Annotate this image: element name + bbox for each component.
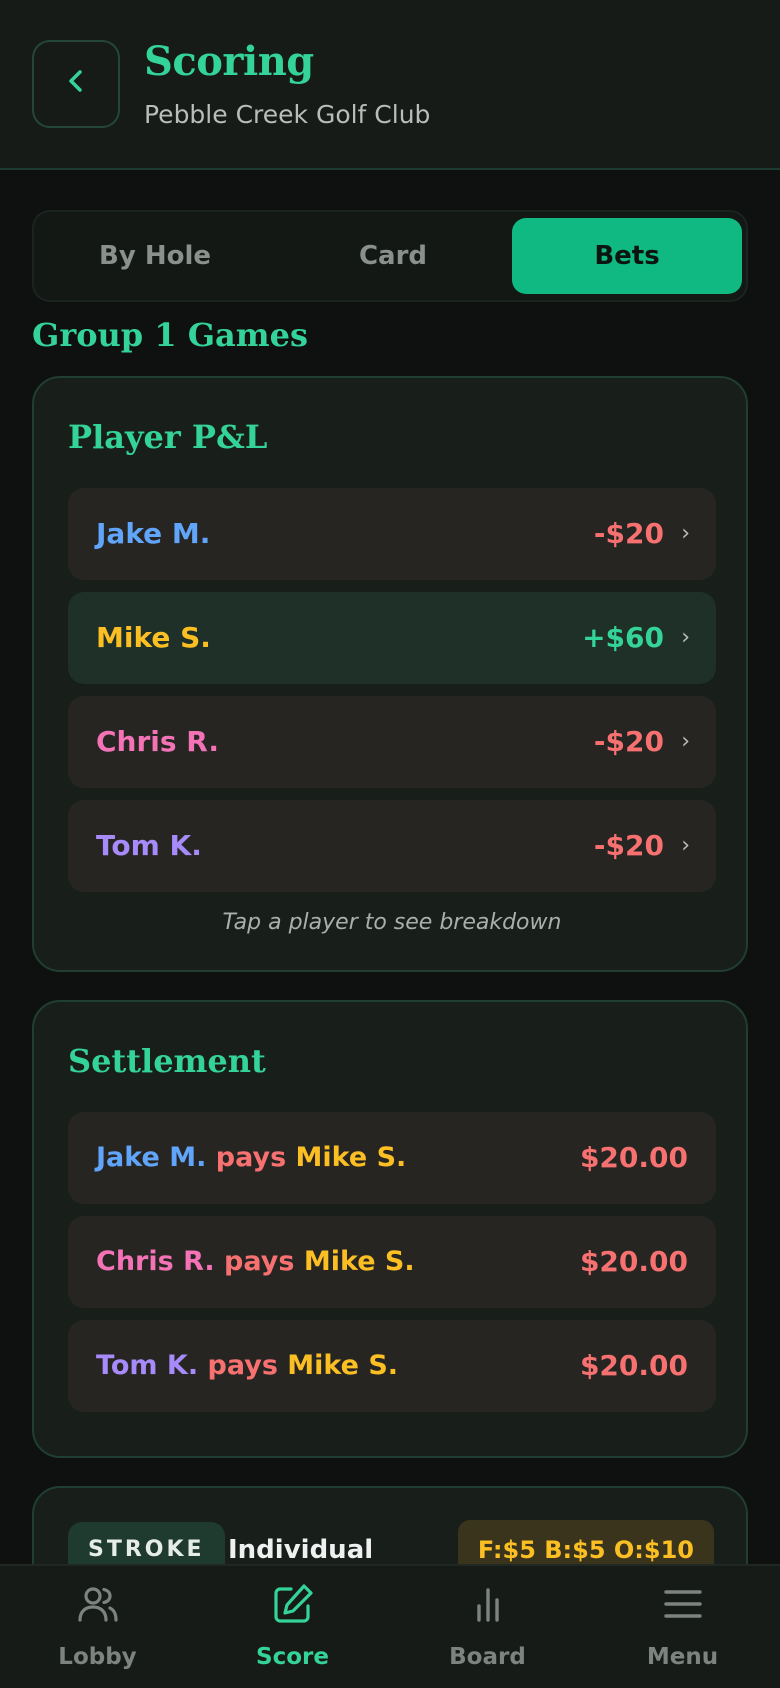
- player-name: Mike S.: [96, 621, 211, 654]
- settlement-row: Tom K. pays Mike S. $20.00: [68, 1320, 716, 1412]
- player-row-chris[interactable]: Chris R. -$20 ›: [68, 696, 716, 788]
- payee-name: Mike S.: [287, 1350, 399, 1381]
- nav-label: Lobby: [58, 1644, 137, 1670]
- bottom-nav: Lobby Score Board Menu: [0, 1564, 780, 1688]
- payee-name: Mike S.: [295, 1142, 407, 1173]
- pays-label: pays: [207, 1350, 278, 1381]
- player-amount: -$20: [593, 517, 664, 550]
- player-name: Jake M.: [96, 517, 211, 550]
- chevron-right-icon: ›: [681, 833, 690, 858]
- group-title: Group 1 Games: [32, 316, 309, 354]
- breakdown-hint: Tap a player to see breakdown: [222, 910, 562, 935]
- settlement-amount: $20.00: [579, 1349, 688, 1382]
- tab-bets[interactable]: Bets: [512, 218, 742, 294]
- player-row-mike[interactable]: Mike S. +$60 ›: [68, 592, 716, 684]
- player-name: Tom K.: [96, 829, 202, 862]
- settlement-amount: $20.00: [579, 1141, 688, 1174]
- settlement-title: Settlement: [68, 1042, 266, 1080]
- view-tabs: By Hole Card Bets: [32, 210, 748, 302]
- player-name: Chris R.: [96, 725, 220, 758]
- settlement-row: Chris R. pays Mike S. $20.00: [68, 1216, 716, 1308]
- header: Scoring Pebble Creek Golf Club: [0, 0, 780, 170]
- nav-lobby[interactable]: Lobby: [0, 1566, 195, 1688]
- pays-label: pays: [215, 1142, 287, 1173]
- settlement-text: Tom K. pays Mike S.: [96, 1320, 398, 1412]
- page-title: Scoring: [144, 38, 314, 85]
- pays-label: pays: [224, 1246, 295, 1277]
- player-pl-card: Player P&L Jake M. -$20 › Mike S. +$60 ›…: [32, 376, 748, 972]
- club-name: Pebble Creek Golf Club: [144, 100, 431, 129]
- settlement-text: Chris R. pays Mike S.: [96, 1216, 415, 1308]
- payer-name: Jake M.: [96, 1142, 207, 1173]
- nav-score[interactable]: Score: [195, 1566, 390, 1688]
- nav-label: Menu: [646, 1644, 719, 1670]
- player-amount: -$20: [593, 829, 664, 862]
- nav-label: Board: [449, 1644, 526, 1670]
- chevron-left-icon: [65, 67, 87, 102]
- nav-label: Score: [256, 1644, 329, 1670]
- payee-name: Mike S.: [303, 1246, 415, 1277]
- settlement-text: Jake M. pays Mike S.: [96, 1112, 406, 1204]
- payer-name: Chris R.: [96, 1246, 215, 1277]
- nav-menu[interactable]: Menu: [585, 1566, 780, 1688]
- settlement-row: Jake M. pays Mike S. $20.00: [68, 1112, 716, 1204]
- tab-card[interactable]: Card: [278, 218, 508, 294]
- player-amount: -$20: [593, 725, 664, 758]
- tab-by-hole[interactable]: By Hole: [40, 218, 270, 294]
- settlement-card: Settlement Jake M. pays Mike S. $20.00 C…: [32, 1000, 748, 1458]
- chevron-right-icon: ›: [681, 625, 690, 650]
- chevron-right-icon: ›: [681, 729, 690, 754]
- player-row-jake[interactable]: Jake M. -$20 ›: [68, 488, 716, 580]
- player-pl-title: Player P&L: [68, 418, 268, 456]
- chevron-right-icon: ›: [681, 521, 690, 546]
- settlement-amount: $20.00: [579, 1245, 688, 1278]
- player-amount: +$60: [582, 621, 664, 654]
- back-button[interactable]: [32, 40, 120, 128]
- player-row-tom[interactable]: Tom K. -$20 ›: [68, 800, 716, 892]
- payer-name: Tom K.: [96, 1350, 199, 1381]
- nav-board[interactable]: Board: [390, 1566, 585, 1688]
